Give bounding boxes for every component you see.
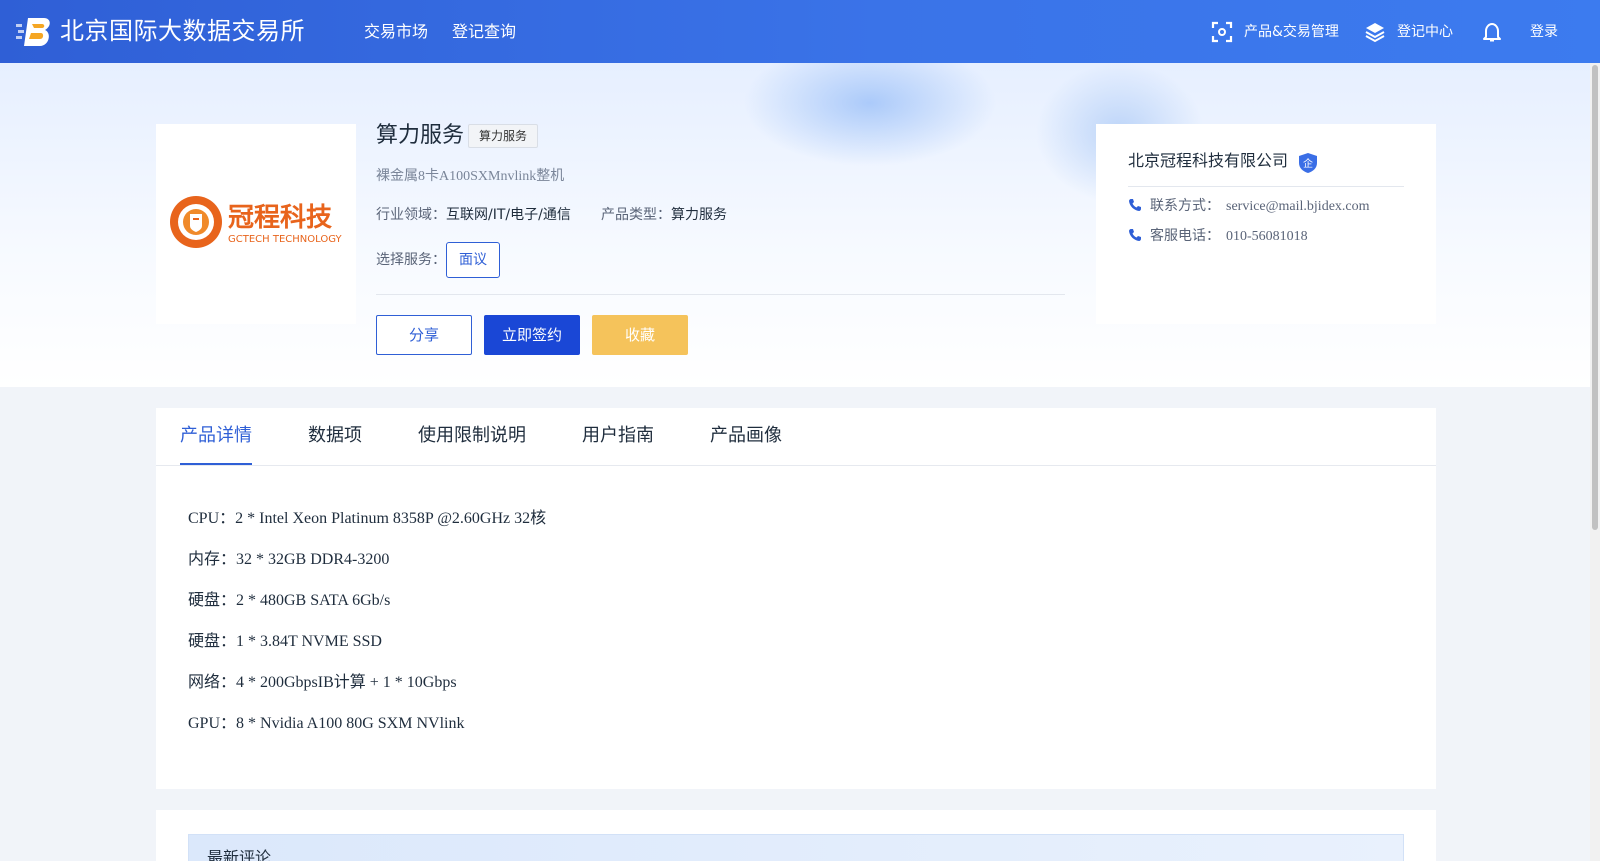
service-option-negotiable[interactable]: 面议: [446, 242, 500, 278]
nav-trade-market[interactable]: 交易市场: [364, 21, 428, 43]
spec-line-network: 网络：4 * 200GbpsIB计算 + 1 * 10Gbps: [188, 674, 457, 691]
tab-product-profile[interactable]: 产品画像: [710, 424, 782, 448]
active-tab-indicator: [180, 463, 252, 465]
product-detail-card: 产品详情 数据项 使用限制说明 用户指南 产品画像 CPU：2 * Intel …: [156, 408, 1436, 789]
phone-icon: [1129, 199, 1141, 211]
tab-product-details[interactable]: 产品详情: [180, 424, 252, 448]
product-subtitle: 裸金属8卡A100SXMnvlink整机: [376, 169, 565, 184]
select-service-label: 选择服务：: [376, 252, 446, 268]
spec-line-memory: 内存：32 * 32GB DDR4-3200: [188, 551, 390, 568]
favorite-button[interactable]: 收藏: [592, 315, 688, 355]
site-title[interactable]: 北京国际大数据交易所: [60, 15, 305, 47]
top-nav-bar: 北京国际大数据交易所 交易市场 登记查询 产品&交易管理 登记中心 登录: [0, 0, 1600, 63]
tab-user-guide[interactable]: 用户指南: [582, 424, 654, 448]
product-type-value: 算力服务: [671, 207, 727, 223]
product-type-field: 产品类型：算力服务: [601, 205, 727, 225]
tab-data-items[interactable]: 数据项: [308, 424, 362, 448]
enterprise-badge-text: 企: [1303, 157, 1313, 170]
spec-line-cpu: CPU：2 * Intel Xeon Platinum 8358P @2.60G…: [188, 510, 547, 527]
service-phone-value[interactable]: 010-56081018: [1226, 229, 1308, 244]
hero-divider: [376, 294, 1065, 295]
product-logo-card: 冠程科技 GCTECH TECHNOLOGY: [156, 124, 356, 324]
spec-line-disk-nvme: 硬盘：1 * 3.84T NVME SSD: [188, 633, 382, 650]
layers-icon: [1365, 23, 1385, 43]
company-card-divider: [1128, 186, 1404, 187]
company-info-card: 北京冠程科技有限公司 企 联系方式： service@mail.bjidex.co…: [1096, 124, 1436, 324]
industry-label: 行业领域：: [376, 207, 446, 223]
bell-icon[interactable]: [1481, 21, 1503, 43]
comments-title: 最新评论: [207, 848, 272, 861]
page-scrollbar[interactable]: [1590, 63, 1600, 861]
product-title: 算力服务: [376, 123, 465, 148]
industry-value: 互联网/IT/电子/通信: [446, 207, 571, 223]
login-link[interactable]: 登录: [1530, 22, 1558, 42]
spec-line-disk-sata: 硬盘：2 * 480GB SATA 6Gb/s: [188, 592, 391, 609]
contact-label: 联系方式：: [1150, 198, 1220, 214]
detail-tabs: 产品详情 数据项 使用限制说明 用户指南 产品画像: [156, 408, 1436, 466]
nav-registration-query[interactable]: 登记查询: [452, 21, 516, 43]
service-phone-row: 客服电话： 010-56081018: [1128, 226, 1308, 247]
nav-product-trade-management[interactable]: 产品&交易管理: [1244, 22, 1339, 42]
service-phone-label: 客服电话：: [1150, 228, 1220, 244]
logo-text: 冠程科技: [228, 203, 332, 233]
product-type-label: 产品类型：: [601, 207, 671, 223]
phone-icon: [1129, 229, 1141, 241]
logo-subtext: GCTECH TECHNOLOGY: [228, 234, 342, 245]
gctech-logo: 冠程科技 GCTECH TECHNOLOGY: [170, 196, 342, 248]
bjidex-logo-icon[interactable]: [16, 16, 52, 48]
product-category-tag: 算力服务: [468, 124, 539, 148]
scrollbar-thumb[interactable]: [1592, 65, 1598, 530]
comments-header: 最新评论: [188, 834, 1404, 861]
nav-register-center[interactable]: 登记中心: [1397, 22, 1453, 42]
contact-email[interactable]: service@mail.bjidex.com: [1226, 199, 1370, 214]
scan-icon: [1211, 21, 1233, 43]
company-name[interactable]: 北京冠程科技有限公司: [1128, 150, 1288, 172]
contact-row: 联系方式： service@mail.bjidex.com: [1128, 196, 1370, 217]
spec-line-gpu: GPU：8 * Nvidia A100 80G SXM NVlink: [188, 715, 465, 732]
tab-usage-restrictions[interactable]: 使用限制说明: [418, 424, 526, 448]
share-button[interactable]: 分享: [376, 315, 472, 355]
sign-now-button[interactable]: 立即签约: [484, 315, 580, 355]
comments-card: 最新评论: [156, 810, 1436, 861]
enterprise-verified-icon: 企: [1299, 153, 1317, 173]
industry-field: 行业领域：互联网/IT/电子/通信: [376, 205, 571, 225]
